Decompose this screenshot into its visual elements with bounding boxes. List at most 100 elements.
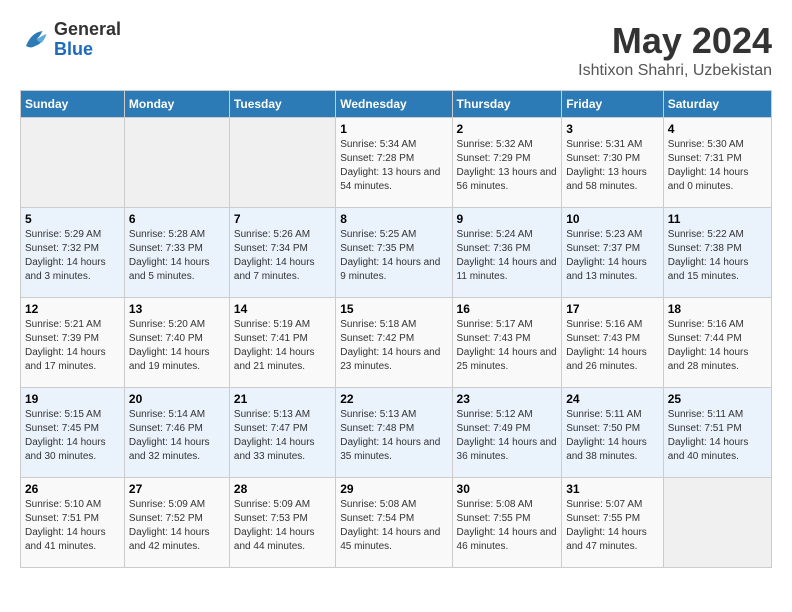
sunrise-text: Sunrise: 5:25 AM bbox=[340, 229, 416, 240]
day-info: Sunrise: 5:18 AM Sunset: 7:42 PM Dayligh… bbox=[340, 318, 447, 374]
sunset-text: Sunset: 7:48 PM bbox=[340, 423, 414, 434]
calendar-cell bbox=[21, 118, 125, 208]
sunrise-text: Sunrise: 5:31 AM bbox=[566, 139, 642, 150]
day-number: 21 bbox=[234, 392, 331, 406]
daylight-text: Daylight: 14 hours and 42 minutes. bbox=[129, 527, 210, 552]
sunrise-text: Sunrise: 5:12 AM bbox=[457, 409, 533, 420]
daylight-text: Daylight: 14 hours and 38 minutes. bbox=[566, 437, 647, 462]
daylight-text: Daylight: 14 hours and 44 minutes. bbox=[234, 527, 315, 552]
day-info: Sunrise: 5:09 AM Sunset: 7:52 PM Dayligh… bbox=[129, 498, 225, 554]
title-block: May 2024 Ishtixon Shahri, Uzbekistan bbox=[578, 20, 772, 80]
calendar-week-row: 26 Sunrise: 5:10 AM Sunset: 7:51 PM Dayl… bbox=[21, 478, 772, 568]
day-info: Sunrise: 5:20 AM Sunset: 7:40 PM Dayligh… bbox=[129, 318, 225, 374]
daylight-text: Daylight: 13 hours and 58 minutes. bbox=[566, 167, 647, 192]
day-info: Sunrise: 5:21 AM Sunset: 7:39 PM Dayligh… bbox=[25, 318, 120, 374]
calendar-cell: 16 Sunrise: 5:17 AM Sunset: 7:43 PM Dayl… bbox=[452, 298, 562, 388]
calendar-title: May 2024 bbox=[578, 20, 772, 62]
daylight-text: Daylight: 14 hours and 23 minutes. bbox=[340, 347, 440, 372]
daylight-text: Daylight: 13 hours and 56 minutes. bbox=[457, 167, 557, 192]
day-number: 2 bbox=[457, 122, 558, 136]
calendar-cell: 15 Sunrise: 5:18 AM Sunset: 7:42 PM Dayl… bbox=[336, 298, 452, 388]
daylight-text: Daylight: 14 hours and 40 minutes. bbox=[668, 437, 749, 462]
calendar-cell: 6 Sunrise: 5:28 AM Sunset: 7:33 PM Dayli… bbox=[124, 208, 229, 298]
day-number: 17 bbox=[566, 302, 659, 316]
day-number: 25 bbox=[668, 392, 767, 406]
day-number: 18 bbox=[668, 302, 767, 316]
sunset-text: Sunset: 7:49 PM bbox=[457, 423, 531, 434]
sunset-text: Sunset: 7:46 PM bbox=[129, 423, 203, 434]
sunrise-text: Sunrise: 5:32 AM bbox=[457, 139, 533, 150]
sunrise-text: Sunrise: 5:08 AM bbox=[340, 499, 416, 510]
daylight-text: Daylight: 14 hours and 35 minutes. bbox=[340, 437, 440, 462]
calendar-cell bbox=[229, 118, 335, 208]
day-number: 13 bbox=[129, 302, 225, 316]
day-info: Sunrise: 5:31 AM Sunset: 7:30 PM Dayligh… bbox=[566, 138, 659, 194]
calendar-subtitle: Ishtixon Shahri, Uzbekistan bbox=[578, 62, 772, 80]
sunrise-text: Sunrise: 5:28 AM bbox=[129, 229, 205, 240]
sunrise-text: Sunrise: 5:16 AM bbox=[668, 319, 744, 330]
calendar-week-row: 19 Sunrise: 5:15 AM Sunset: 7:45 PM Dayl… bbox=[21, 388, 772, 478]
calendar-cell: 3 Sunrise: 5:31 AM Sunset: 7:30 PM Dayli… bbox=[562, 118, 664, 208]
calendar-cell: 9 Sunrise: 5:24 AM Sunset: 7:36 PM Dayli… bbox=[452, 208, 562, 298]
sunrise-text: Sunrise: 5:26 AM bbox=[234, 229, 310, 240]
sunset-text: Sunset: 7:44 PM bbox=[668, 333, 742, 344]
sunset-text: Sunset: 7:50 PM bbox=[566, 423, 640, 434]
sunset-text: Sunset: 7:41 PM bbox=[234, 333, 308, 344]
day-info: Sunrise: 5:29 AM Sunset: 7:32 PM Dayligh… bbox=[25, 228, 120, 284]
sunset-text: Sunset: 7:51 PM bbox=[25, 513, 99, 524]
day-number: 7 bbox=[234, 212, 331, 226]
day-info: Sunrise: 5:09 AM Sunset: 7:53 PM Dayligh… bbox=[234, 498, 331, 554]
days-header-row: SundayMondayTuesdayWednesdayThursdayFrid… bbox=[21, 91, 772, 118]
day-number: 1 bbox=[340, 122, 447, 136]
calendar-cell: 30 Sunrise: 5:08 AM Sunset: 7:55 PM Dayl… bbox=[452, 478, 562, 568]
day-info: Sunrise: 5:19 AM Sunset: 7:41 PM Dayligh… bbox=[234, 318, 331, 374]
sunset-text: Sunset: 7:55 PM bbox=[457, 513, 531, 524]
calendar-cell: 20 Sunrise: 5:14 AM Sunset: 7:46 PM Dayl… bbox=[124, 388, 229, 478]
daylight-text: Daylight: 14 hours and 0 minutes. bbox=[668, 167, 749, 192]
day-info: Sunrise: 5:28 AM Sunset: 7:33 PM Dayligh… bbox=[129, 228, 225, 284]
sunset-text: Sunset: 7:28 PM bbox=[340, 153, 414, 164]
daylight-text: Daylight: 14 hours and 9 minutes. bbox=[340, 257, 440, 282]
day-info: Sunrise: 5:22 AM Sunset: 7:38 PM Dayligh… bbox=[668, 228, 767, 284]
day-header-wednesday: Wednesday bbox=[336, 91, 452, 118]
logo-line2: Blue bbox=[54, 40, 121, 60]
day-number: 14 bbox=[234, 302, 331, 316]
logo: General Blue bbox=[20, 20, 121, 60]
calendar-cell: 27 Sunrise: 5:09 AM Sunset: 7:52 PM Dayl… bbox=[124, 478, 229, 568]
sunset-text: Sunset: 7:33 PM bbox=[129, 243, 203, 254]
sunrise-text: Sunrise: 5:23 AM bbox=[566, 229, 642, 240]
sunset-text: Sunset: 7:52 PM bbox=[129, 513, 203, 524]
calendar-cell: 11 Sunrise: 5:22 AM Sunset: 7:38 PM Dayl… bbox=[663, 208, 771, 298]
sunrise-text: Sunrise: 5:08 AM bbox=[457, 499, 533, 510]
calendar-cell: 17 Sunrise: 5:16 AM Sunset: 7:43 PM Dayl… bbox=[562, 298, 664, 388]
daylight-text: Daylight: 14 hours and 7 minutes. bbox=[234, 257, 315, 282]
day-info: Sunrise: 5:11 AM Sunset: 7:51 PM Dayligh… bbox=[668, 408, 767, 464]
daylight-text: Daylight: 14 hours and 25 minutes. bbox=[457, 347, 557, 372]
daylight-text: Daylight: 14 hours and 28 minutes. bbox=[668, 347, 749, 372]
day-info: Sunrise: 5:34 AM Sunset: 7:28 PM Dayligh… bbox=[340, 138, 447, 194]
daylight-text: Daylight: 14 hours and 47 minutes. bbox=[566, 527, 647, 552]
day-info: Sunrise: 5:15 AM Sunset: 7:45 PM Dayligh… bbox=[25, 408, 120, 464]
day-number: 5 bbox=[25, 212, 120, 226]
sunset-text: Sunset: 7:29 PM bbox=[457, 153, 531, 164]
logo-line1: General bbox=[54, 20, 121, 40]
daylight-text: Daylight: 14 hours and 36 minutes. bbox=[457, 437, 557, 462]
sunrise-text: Sunrise: 5:11 AM bbox=[566, 409, 641, 420]
daylight-text: Daylight: 13 hours and 54 minutes. bbox=[340, 167, 440, 192]
day-number: 28 bbox=[234, 482, 331, 496]
day-header-saturday: Saturday bbox=[663, 91, 771, 118]
day-number: 26 bbox=[25, 482, 120, 496]
day-info: Sunrise: 5:08 AM Sunset: 7:55 PM Dayligh… bbox=[457, 498, 558, 554]
calendar-cell: 14 Sunrise: 5:19 AM Sunset: 7:41 PM Dayl… bbox=[229, 298, 335, 388]
sunrise-text: Sunrise: 5:11 AM bbox=[668, 409, 743, 420]
day-number: 15 bbox=[340, 302, 447, 316]
calendar-week-row: 12 Sunrise: 5:21 AM Sunset: 7:39 PM Dayl… bbox=[21, 298, 772, 388]
day-number: 19 bbox=[25, 392, 120, 406]
day-info: Sunrise: 5:25 AM Sunset: 7:35 PM Dayligh… bbox=[340, 228, 447, 284]
sunset-text: Sunset: 7:43 PM bbox=[566, 333, 640, 344]
calendar-table: SundayMondayTuesdayWednesdayThursdayFrid… bbox=[20, 90, 772, 568]
day-number: 4 bbox=[668, 122, 767, 136]
sunset-text: Sunset: 7:43 PM bbox=[457, 333, 531, 344]
sunset-text: Sunset: 7:31 PM bbox=[668, 153, 742, 164]
sunset-text: Sunset: 7:37 PM bbox=[566, 243, 640, 254]
